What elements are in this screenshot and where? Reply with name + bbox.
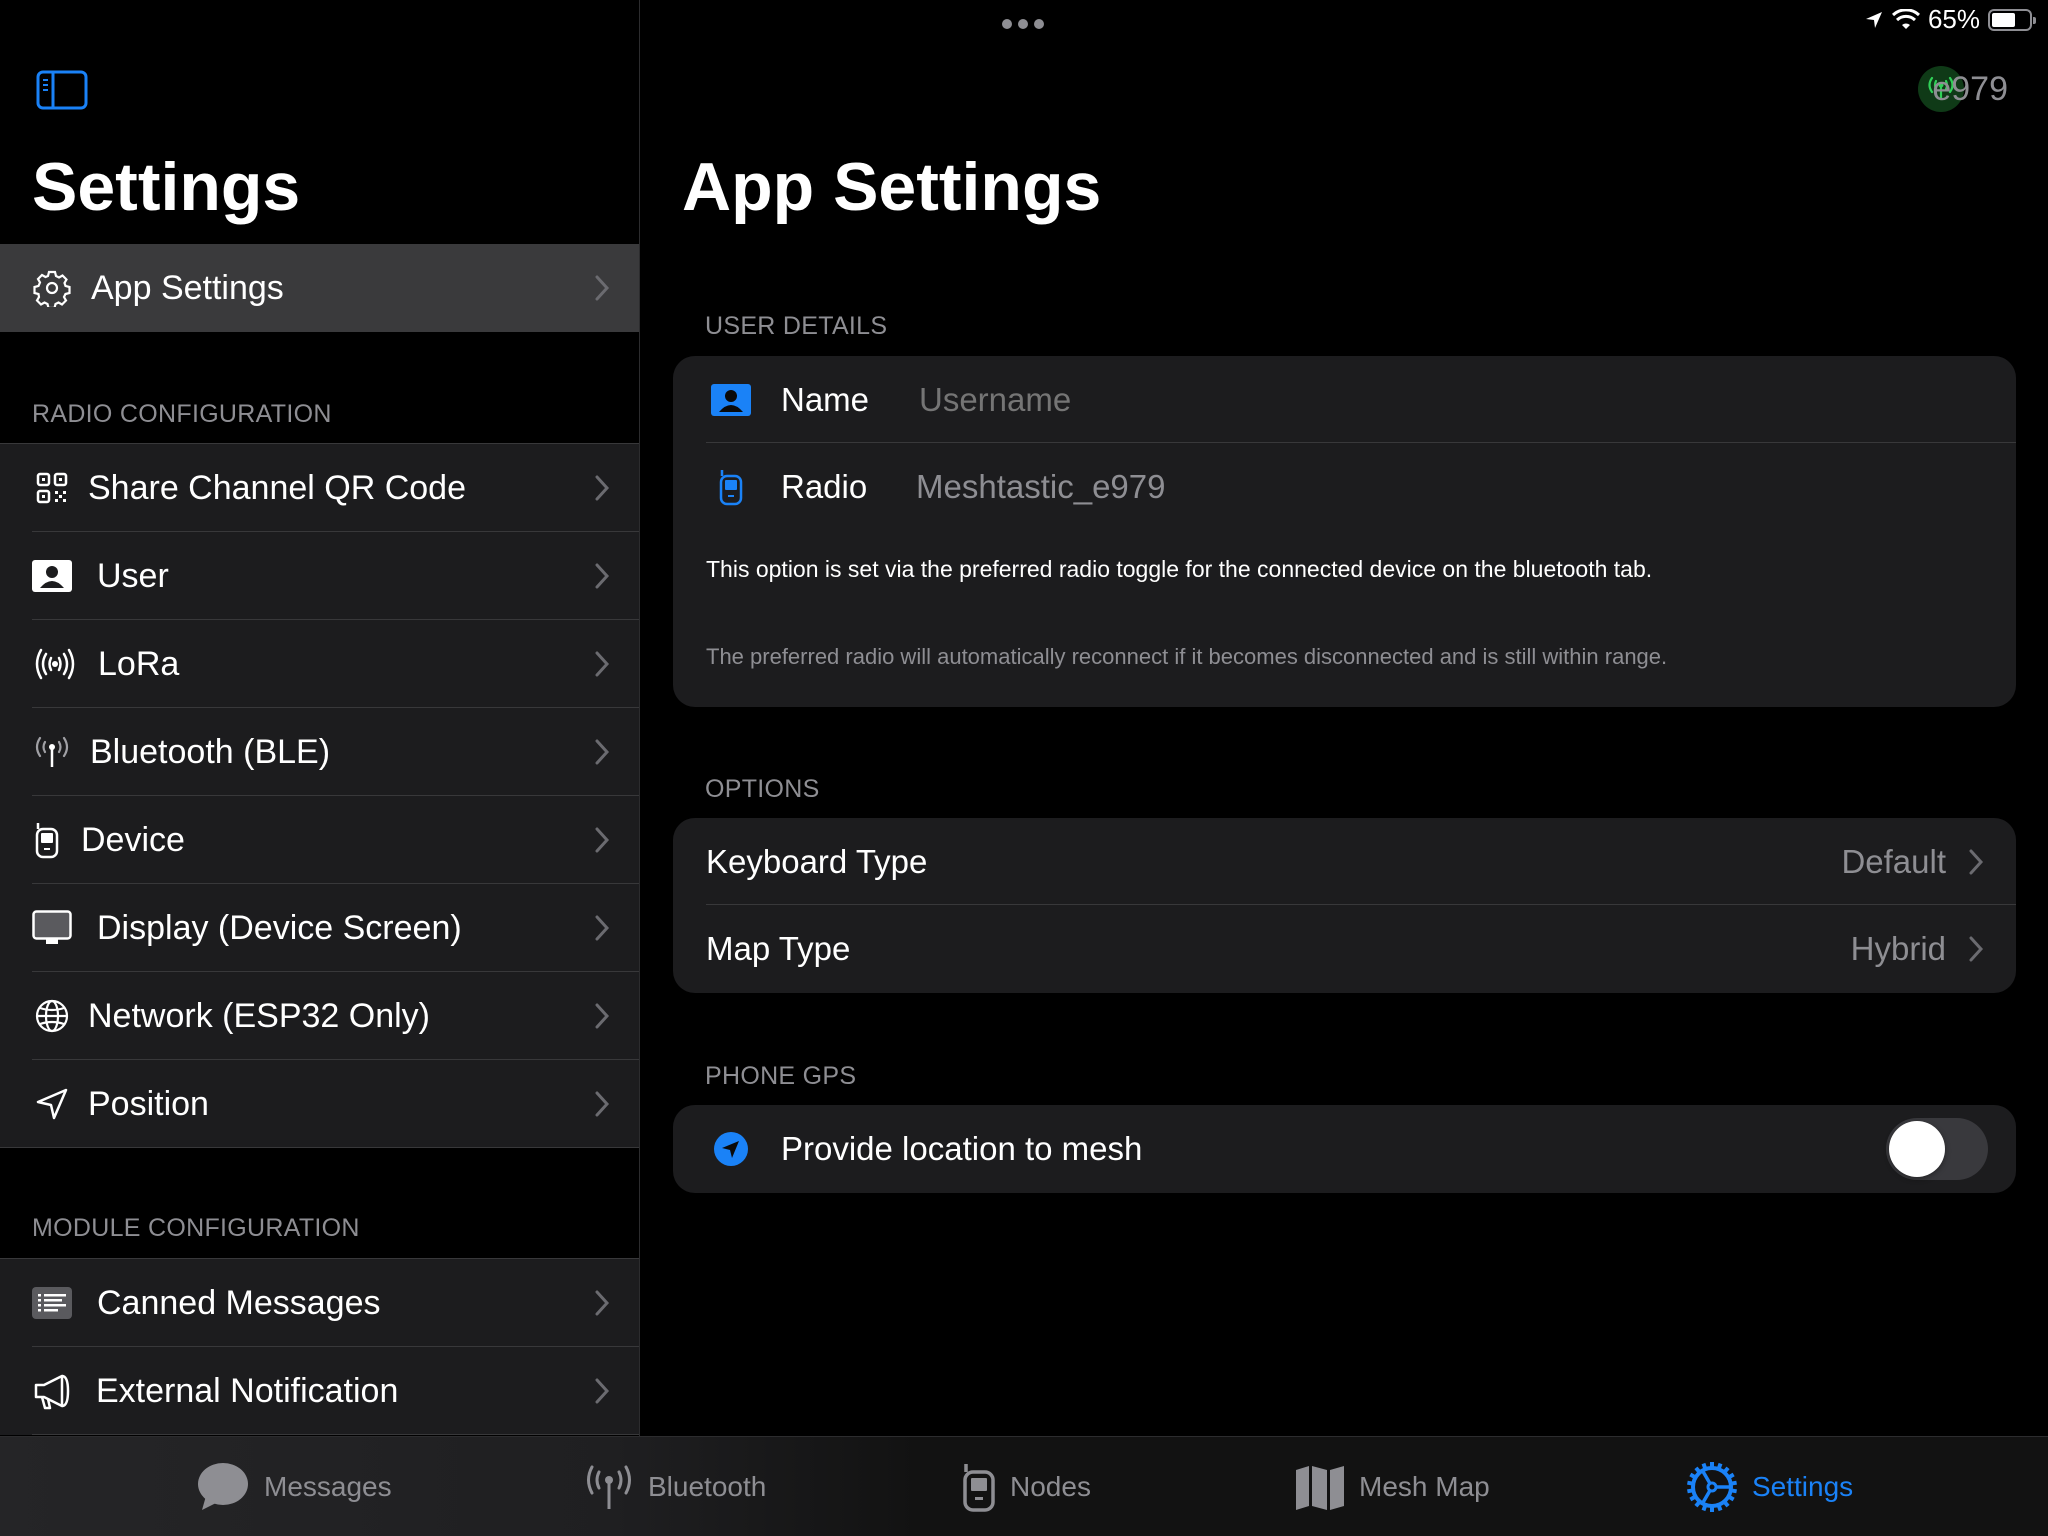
sidebar-item-device[interactable]: Device <box>0 796 639 884</box>
sidebar-item-label: External Notification <box>96 1371 399 1410</box>
sidebar-item-external-notification[interactable]: External Notification <box>0 1347 639 1435</box>
user-details-card: Name Radio Meshtastic_e979 This option i… <box>673 356 2016 707</box>
sidebar-item-label: User <box>97 556 169 595</box>
flip-phone-icon <box>711 467 751 507</box>
keyboard-type-value: Default <box>1841 842 1946 880</box>
keyboard-type-row[interactable]: Keyboard Type Default <box>673 818 2016 905</box>
tab-messages[interactable]: Messages <box>196 1437 392 1536</box>
globe-icon <box>32 996 72 1036</box>
flip-phone-icon <box>34 820 60 860</box>
tab-mesh-map[interactable]: Mesh Map <box>1295 1437 1490 1536</box>
sidebar-item-share-channel-qr-code[interactable]: Share Channel QR Code <box>0 444 639 532</box>
tab-label: Settings <box>1752 1471 1854 1502</box>
chevron-right-icon <box>1969 849 1984 875</box>
preferred-radio-note: This option is set via the preferred rad… <box>706 556 1653 582</box>
detail-pane: e979 App Settings USER DETAILS Name Radi… <box>641 0 2048 1436</box>
map-type-label: Map Type <box>706 929 851 967</box>
tab-label: Mesh Map <box>1359 1471 1490 1502</box>
chevron-right-icon <box>595 651 610 677</box>
section-header-radio-configuration: RADIO CONFIGURATION <box>32 400 332 428</box>
chevron-right-icon <box>595 1091 610 1117</box>
sidebar-title: Settings <box>32 149 301 225</box>
sidebar-item-label: Device <box>81 820 185 859</box>
provide-location-toggle[interactable] <box>1886 1118 1988 1180</box>
antenna-icon <box>587 1465 631 1509</box>
connected-node-name[interactable]: e979 <box>1932 70 2008 109</box>
chevron-right-icon <box>595 915 610 941</box>
chevron-right-icon <box>595 1290 610 1316</box>
tab-bluetooth[interactable]: Bluetooth <box>584 1437 766 1536</box>
name-label: Name <box>781 380 870 418</box>
chevron-right-icon <box>595 827 610 853</box>
map-type-value: Hybrid <box>1850 929 1946 967</box>
display-icon <box>32 908 72 948</box>
person-card-icon <box>32 556 72 596</box>
tab-label: Bluetooth <box>648 1471 767 1502</box>
keyboard-type-label: Keyboard Type <box>706 842 928 880</box>
list-icon <box>32 1283 72 1323</box>
section-header-module-configuration: MODULE CONFIGURATION <box>32 1214 360 1242</box>
phone-gps-card: Provide location to mesh <box>673 1105 2016 1193</box>
sidebar-item-display[interactable]: Display (Device Screen) <box>0 884 639 972</box>
name-input[interactable] <box>919 376 1819 424</box>
radio-value: Meshtastic_e979 <box>916 467 1166 505</box>
location-arrow-icon <box>32 1084 72 1124</box>
chevron-right-icon <box>595 275 610 301</box>
section-header-phone-gps: PHONE GPS <box>705 1062 857 1090</box>
gear-icon <box>32 268 72 308</box>
provide-location-row: Provide location to mesh <box>673 1105 2016 1193</box>
tab-settings[interactable]: Settings <box>1686 1437 1853 1536</box>
reconnect-note: The preferred radio will automatically r… <box>706 644 1668 669</box>
sidebar-item-label: Display (Device Screen) <box>97 908 462 947</box>
tab-nodes[interactable]: Nodes <box>962 1437 1091 1536</box>
sidebar-item-label: Canned Messages <box>97 1283 381 1322</box>
sidebar-item-bluetooth-ble[interactable]: Bluetooth (BLE) <box>0 708 639 796</box>
chevron-right-icon <box>595 475 610 501</box>
options-card: Keyboard Type Default Map Type Hybrid <box>673 818 2016 993</box>
megaphone-icon <box>32 1371 72 1411</box>
provide-location-label: Provide location to mesh <box>781 1130 1143 1167</box>
radio-waves-icon <box>32 644 78 684</box>
divider <box>0 1147 639 1148</box>
location-icon <box>711 1129 751 1169</box>
tab-bar: Messages Bluetooth Nodes Mesh Map Settin… <box>0 1436 2048 1536</box>
section-header-user-details: USER DETAILS <box>705 312 888 340</box>
gear-wheel-icon <box>1687 1462 1737 1512</box>
tab-label: Nodes <box>1010 1471 1091 1502</box>
antenna-icon <box>32 732 72 772</box>
sidebar: Settings App Settings RADIO CONFIGURATIO… <box>0 0 640 1436</box>
chevron-right-icon <box>595 1003 610 1029</box>
chevron-right-icon <box>595 739 610 765</box>
sidebar-item-canned-messages[interactable]: Canned Messages <box>0 1259 639 1347</box>
chevron-right-icon <box>595 563 610 589</box>
sidebar-item-network[interactable]: Network (ESP32 Only) <box>0 972 639 1060</box>
sidebar-item-label: Network (ESP32 Only) <box>88 996 430 1035</box>
name-row[interactable]: Name <box>673 356 2016 443</box>
qr-code-icon <box>32 468 72 508</box>
chat-bubble-icon <box>198 1463 248 1510</box>
person-card-icon <box>711 380 751 420</box>
flip-phone-icon <box>963 1464 995 1512</box>
section-header-options: OPTIONS <box>705 775 820 803</box>
sidebar-item-label: Share Channel QR Code <box>88 468 467 507</box>
sidebar-item-label: LoRa <box>98 644 180 683</box>
chevron-right-icon <box>1969 936 1984 962</box>
map-type-row[interactable]: Map Type Hybrid <box>673 905 2016 992</box>
map-icon <box>1296 1466 1344 1510</box>
sidebar-toggle-icon[interactable] <box>36 70 88 110</box>
sidebar-item-label: App Settings <box>91 268 284 307</box>
chevron-right-icon <box>595 1378 610 1404</box>
page-title: App Settings <box>682 149 1102 225</box>
sidebar-item-label: Position <box>88 1084 209 1123</box>
tab-label: Messages <box>264 1471 392 1502</box>
sidebar-item-position[interactable]: Position <box>0 1060 639 1148</box>
sidebar-item-label: Bluetooth (BLE) <box>90 732 331 771</box>
radio-row: Radio Meshtastic_e979 <box>673 443 2016 530</box>
radio-label: Radio <box>781 467 868 505</box>
sidebar-item-lora[interactable]: LoRa <box>0 620 639 708</box>
sidebar-item-user[interactable]: User <box>0 532 639 620</box>
sidebar-item-app-settings[interactable]: App Settings <box>0 244 639 332</box>
